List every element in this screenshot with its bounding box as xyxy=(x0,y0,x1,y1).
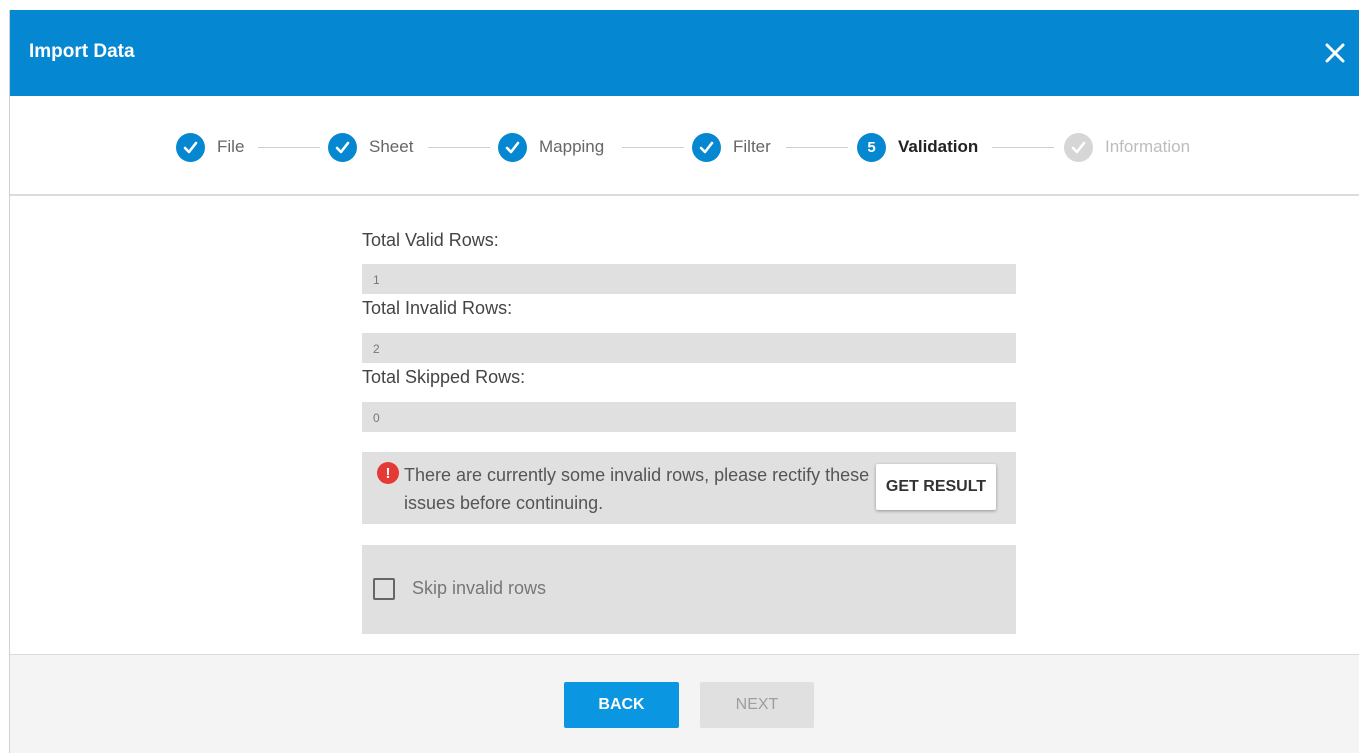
step-label: Information xyxy=(1105,137,1191,156)
step-connector xyxy=(786,147,848,148)
invalid-rows-alert: ! There are currently some invalid rows,… xyxy=(362,452,1016,524)
alert-message: There are currently some invalid rows, p… xyxy=(404,465,870,513)
check-circle-icon xyxy=(328,132,357,162)
check-circle-icon xyxy=(176,132,205,162)
valid-rows-field: 1 xyxy=(362,264,1016,294)
step-label: File xyxy=(217,137,245,156)
step-label: Validation xyxy=(898,137,979,156)
step-validation: 5 Validation xyxy=(857,132,978,162)
skip-invalid-label[interactable]: Skip invalid rows xyxy=(412,578,546,599)
validation-content: Total Valid Rows: 1 Total Invalid Rows: … xyxy=(10,196,1359,654)
step-label: Sheet xyxy=(369,137,414,156)
step-connector xyxy=(992,147,1054,148)
step-connector xyxy=(622,147,684,148)
error-icon: ! xyxy=(377,462,399,484)
step-sheet: Sheet xyxy=(328,132,413,162)
back-button[interactable]: BACK xyxy=(564,682,679,728)
close-icon[interactable] xyxy=(1324,42,1346,64)
stepper: File Sheet Mapping Filter 5 Validation I… xyxy=(10,96,1359,196)
step-label: Mapping xyxy=(539,137,605,156)
dialog-header: Import Data xyxy=(10,10,1359,96)
check-circle-icon xyxy=(692,132,721,162)
step-mapping: Mapping xyxy=(498,132,604,162)
valid-rows-label: Total Valid Rows: xyxy=(362,230,499,250)
step-information: Information xyxy=(1064,132,1190,162)
skipped-rows-field: 0 xyxy=(362,402,1016,432)
step-connector xyxy=(428,147,490,148)
step-label: Filter xyxy=(733,137,771,156)
skipped-rows-label: Total Skipped Rows: xyxy=(362,367,526,387)
skip-invalid-panel: Skip invalid rows xyxy=(362,545,1016,634)
dialog-footer: BACK NEXT xyxy=(10,654,1359,753)
top-margin xyxy=(0,0,1359,10)
step-file: File xyxy=(176,132,244,162)
import-dialog: Import Data File Sheet Mapping Filter 5 … xyxy=(9,10,1359,753)
invalid-rows-label: Total Invalid Rows: xyxy=(362,298,513,318)
step-filter: Filter xyxy=(692,132,771,162)
dialog-title: Import Data xyxy=(29,41,135,62)
skip-invalid-checkbox[interactable] xyxy=(373,578,395,600)
invalid-rows-field: 2 xyxy=(362,333,1016,363)
check-circle-icon xyxy=(498,132,527,162)
step-number-badge: 5 xyxy=(857,132,886,162)
get-result-button[interactable]: GET RESULT xyxy=(876,464,996,510)
check-circle-icon xyxy=(1064,132,1093,162)
next-button[interactable]: NEXT xyxy=(700,682,814,728)
step-connector xyxy=(258,147,320,148)
